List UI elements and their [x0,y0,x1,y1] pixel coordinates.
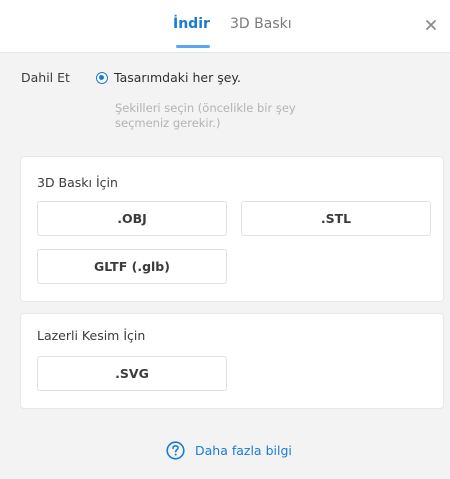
active-tab-underline [176,45,210,48]
tab-3d-print-label: 3D Baskı [230,16,292,32]
close-icon[interactable] [424,17,438,31]
panel-header: İndir 3D Baskı [0,0,450,53]
tab-download-label: İndir [173,16,210,32]
stl-button[interactable]: .STL [241,201,431,236]
gltf-button[interactable]: GLTF (.glb) [37,249,227,284]
selection-hint: Şekilleri seçin (öncelikle bir şey seçme… [115,101,296,130]
laser-cut-title: Lazerli Kesim İçin [37,328,146,343]
everything-radio-label[interactable]: Tasarımdaki her şey. [114,70,241,85]
3d-print-title: 3D Baskı İçin [37,175,118,190]
learn-more-text: Daha fazla bilgi [195,443,292,458]
tab-3d-print[interactable]: 3D Baskı [230,16,292,32]
include-label: Dahil Et [21,70,70,85]
laser-cut-card: Lazerli Kesim İçin .SVG [20,313,444,409]
learn-more-link[interactable]: Daha fazla bilgi [166,441,292,460]
svg-button[interactable]: .SVG [37,356,227,391]
export-panel: İndir 3D Baskı Dahil Et Tasarımdaki her … [0,0,450,479]
question-circle-icon [166,441,185,460]
3d-print-card: 3D Baskı İçin .OBJ .STL GLTF (.glb) [20,156,444,302]
obj-button[interactable]: .OBJ [37,201,227,236]
tab-download[interactable]: İndir [173,16,210,48]
everything-radio[interactable] [96,72,108,84]
